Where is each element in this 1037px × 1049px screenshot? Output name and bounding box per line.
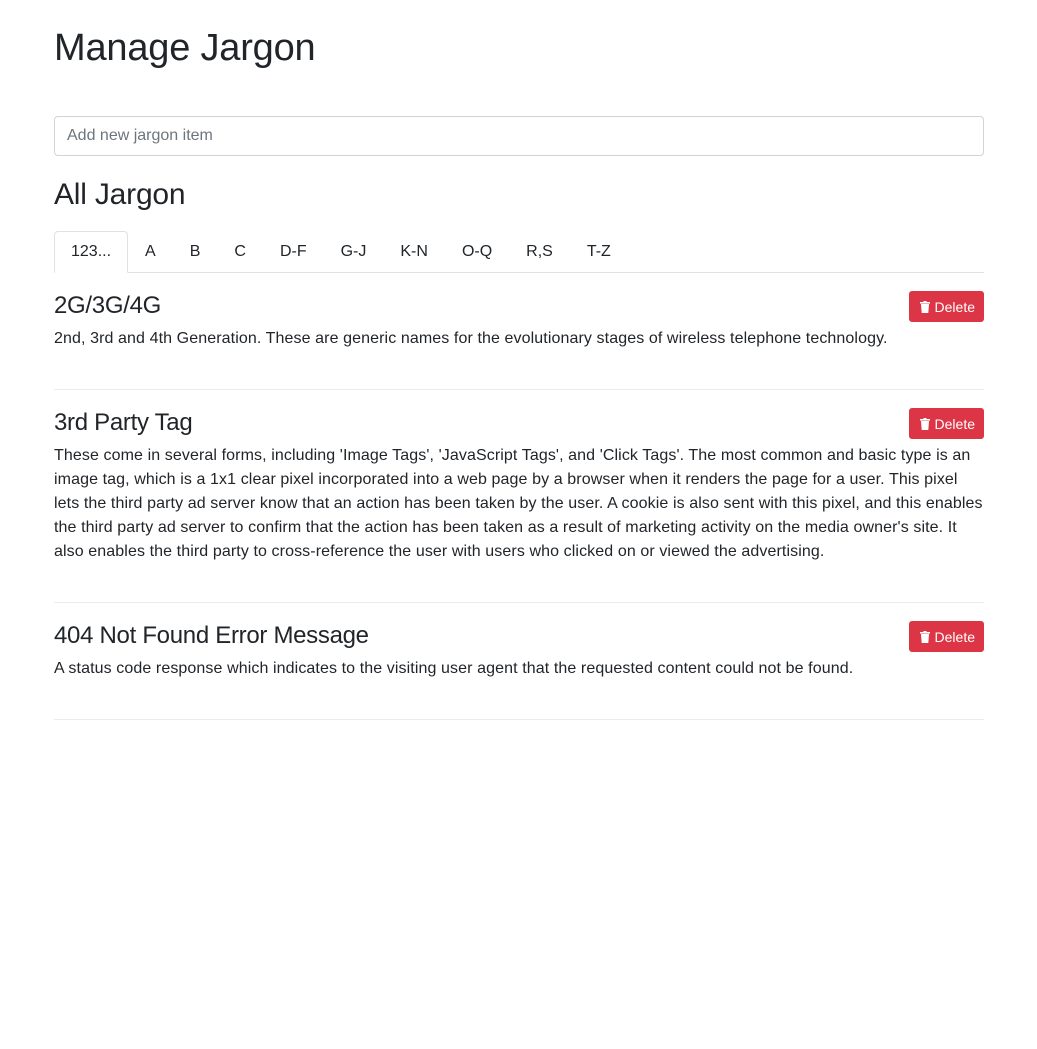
trash-icon: [919, 300, 930, 313]
tab-t-z[interactable]: T-Z: [570, 231, 628, 272]
section-title: All Jargon: [54, 178, 186, 211]
jargon-entry: 3rd Party Tag Delete These come in sever…: [54, 390, 984, 603]
trash-icon: [919, 417, 930, 430]
letter-tabs: 123... A B C D-F G-J K-N O-Q R,S T-Z: [54, 231, 984, 273]
jargon-term: 404 Not Found Error Message: [54, 622, 369, 649]
delete-button[interactable]: Delete: [908, 291, 984, 322]
delete-label: Delete: [934, 628, 975, 645]
tab-g-j[interactable]: G-J: [324, 231, 384, 272]
jargon-list: 2G/3G/4G Delete 2nd, 3rd and 4th Generat…: [54, 273, 984, 720]
jargon-definition: 2nd, 3rd and 4th Generation. These are g…: [54, 330, 888, 347]
delete-button[interactable]: Delete: [908, 621, 984, 652]
tab-k-n[interactable]: K-N: [383, 231, 445, 272]
jargon-entry: 404 Not Found Error Message Delete A sta…: [54, 603, 984, 720]
delete-label: Delete: [934, 298, 975, 315]
trash-icon: [919, 630, 930, 643]
jargon-entry: 2G/3G/4G Delete 2nd, 3rd and 4th Generat…: [54, 273, 984, 390]
tab-d-f[interactable]: D-F: [263, 231, 324, 272]
tab-b[interactable]: B: [173, 231, 218, 272]
jargon-definition: These come in several forms, including '…: [54, 447, 983, 560]
page-title: Manage Jargon: [54, 27, 316, 69]
jargon-term: 2G/3G/4G: [54, 292, 161, 319]
jargon-definition: A status code response which indicates t…: [54, 660, 854, 677]
delete-button[interactable]: Delete: [908, 408, 984, 439]
add-jargon-input[interactable]: [54, 116, 984, 156]
tab-o-q[interactable]: O-Q: [445, 231, 509, 272]
jargon-term: 3rd Party Tag: [54, 409, 193, 436]
tab-c[interactable]: C: [217, 231, 263, 272]
tab-a[interactable]: A: [128, 231, 173, 272]
tab-r-s[interactable]: R,S: [509, 231, 570, 272]
tab-123[interactable]: 123...: [54, 231, 129, 273]
delete-label: Delete: [934, 415, 975, 432]
